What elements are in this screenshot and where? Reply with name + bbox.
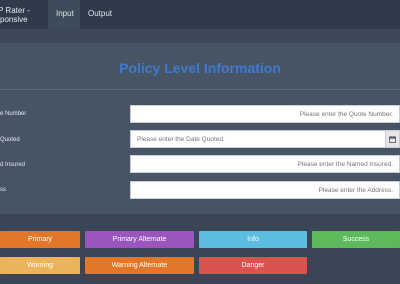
address-label: ss [0,187,6,193]
calendar-button[interactable] [385,130,400,148]
quote-number-input[interactable] [130,105,400,123]
info-button[interactable]: Info [199,231,307,248]
app-title-line2: sponsive [0,15,28,24]
named-insured-input[interactable] [130,155,400,173]
tab-output[interactable]: Output [80,0,118,29]
calendar-icon [389,135,396,143]
danger-button[interactable]: Danger [199,257,307,274]
primary-alternate-button[interactable]: Primary Alternate [85,231,194,248]
tab-input[interactable]: Input [48,0,80,29]
quote-number-label: e Number [0,111,27,117]
named-insured-label: d Insured [0,162,26,168]
header-spacer [0,29,400,43]
app-title-line1: P Rater - [0,6,30,15]
top-navbar: P Rater - sponsive Input Output [0,0,400,29]
warning-alternate-button[interactable]: Warning Alternate [85,257,194,274]
date-quoted-label: Quoted [0,137,20,143]
section-heading: Policy Level Information [119,60,281,76]
address-input[interactable] [130,181,400,199]
warning-button[interactable]: Warning [0,257,80,274]
success-button[interactable]: Success [312,231,400,248]
date-quoted-input[interactable] [130,130,386,148]
primary-button[interactable]: Primary [0,231,80,248]
